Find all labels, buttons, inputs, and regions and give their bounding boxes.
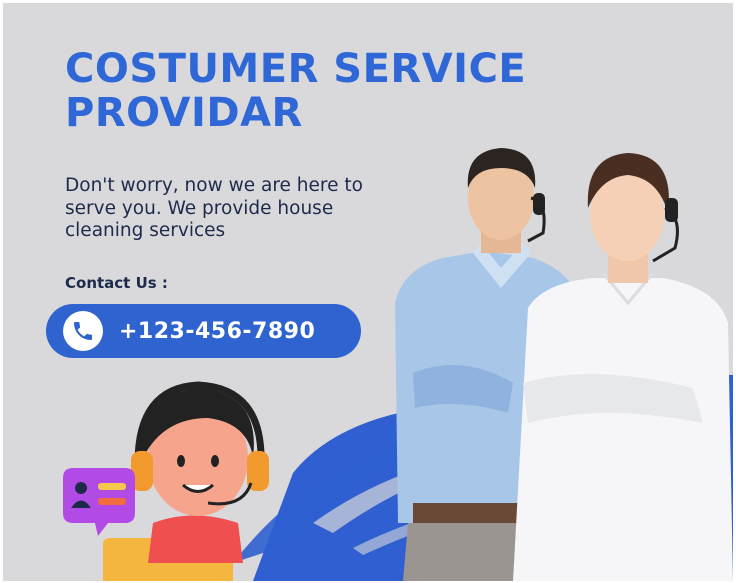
contact-label: Contact Us : (65, 274, 168, 292)
banner: COSTUMER SERVICE PROVIDAR Don't worry, n… (3, 3, 733, 581)
title-line-1: COSTUMER SERVICE (65, 46, 527, 92)
service-description: Don't worry, now we are here to serve yo… (65, 175, 363, 241)
title-line-2: PROVIDAR (65, 90, 303, 136)
phone-call-button[interactable]: +123-456-7890 (46, 304, 361, 358)
female-agent-photo (513, 153, 733, 581)
page-title: COSTUMER SERVICE PROVIDAR (65, 47, 585, 135)
contact-card-chat-icon (63, 468, 135, 536)
phone-number[interactable]: +123-456-7890 (119, 319, 315, 344)
phone-icon (63, 311, 103, 351)
